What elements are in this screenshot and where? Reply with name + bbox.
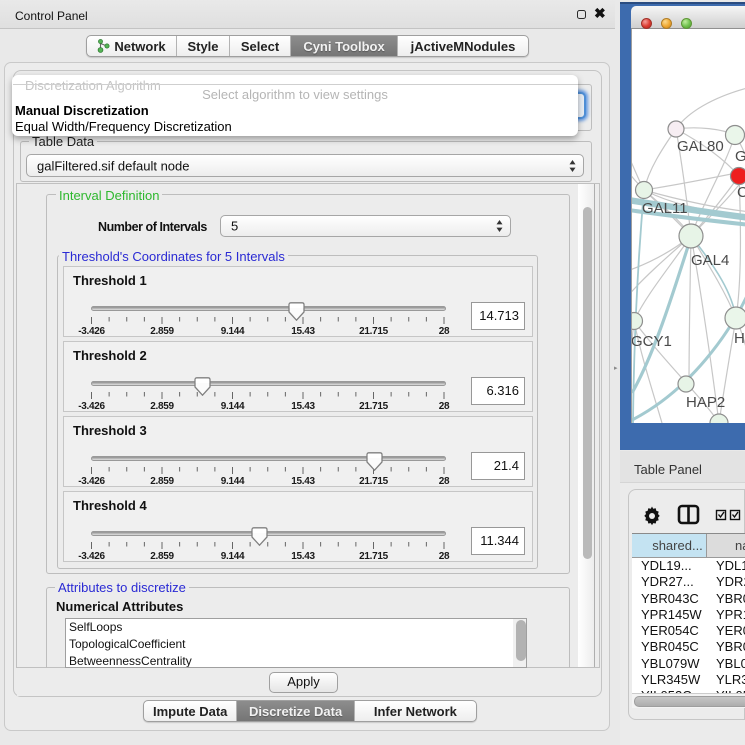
- svg-text:C: C: [737, 184, 745, 201]
- svg-text:GAL4: GAL4: [691, 252, 729, 269]
- svg-text:GAL80: GAL80: [677, 138, 724, 155]
- svg-text:H: H: [734, 330, 745, 347]
- svg-text:GAL11: GAL11: [642, 200, 688, 217]
- svg-text:GCY1: GCY1: [632, 333, 672, 350]
- svg-text:HAP2: HAP2: [686, 394, 725, 411]
- svg-text:GA: GA: [735, 148, 745, 165]
